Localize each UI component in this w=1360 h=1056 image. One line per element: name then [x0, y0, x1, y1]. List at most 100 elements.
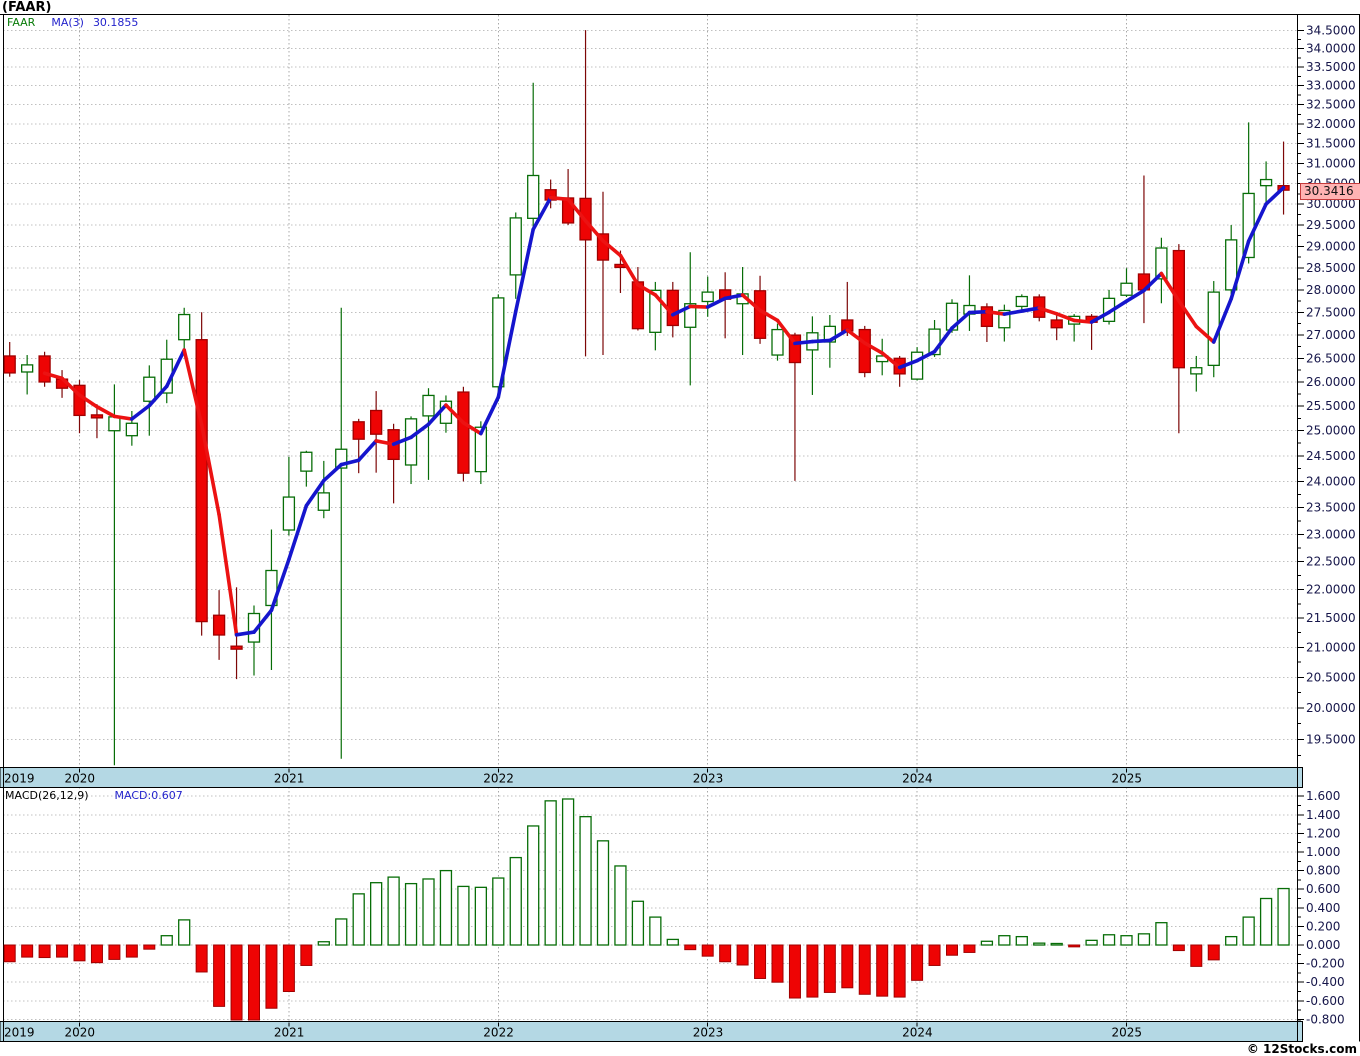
macd-bar-positive: [1137, 933, 1151, 946]
year-label: 2025: [1112, 772, 1143, 786]
year-band-top: [0, 767, 1303, 788]
candle-body: [527, 174, 540, 219]
candle-body: [108, 416, 121, 432]
candle-body: [352, 421, 365, 440]
candle-body: [317, 492, 330, 511]
macd-bar-positive: [544, 800, 557, 946]
macd-bar-positive: [439, 869, 453, 946]
year-label: 2019: [4, 772, 35, 786]
macd-bar-negative: [248, 944, 260, 1021]
macd-bar-positive: [579, 816, 592, 946]
macd-tick-label: 0.600: [1306, 882, 1340, 896]
macd-tick-label: 1.200: [1306, 826, 1340, 840]
year-label: 2022: [483, 1026, 514, 1040]
ma-line-segment: [810, 338, 832, 344]
chart-page: { "title": "(FAAR)", "main_chart": { "le…: [0, 0, 1360, 1056]
symbol-label: FAAR: [7, 16, 36, 29]
macd-bar-positive: [457, 885, 470, 946]
macd-bar-negative: [946, 944, 958, 956]
macd-bar-negative: [719, 944, 732, 963]
price-tick-label: 25.0000: [1306, 424, 1356, 438]
ma-line-segment: [356, 439, 378, 463]
macd-bar-negative: [265, 944, 278, 1009]
macd-bar-positive: [369, 882, 383, 946]
price-tick-label: 31.0000: [1306, 156, 1356, 170]
price-tick-label: 27.5000: [1306, 305, 1356, 319]
macd-bar-positive: [631, 900, 645, 946]
macd-tick-label: -0.200: [1306, 957, 1345, 971]
macd-bar-positive: [596, 840, 610, 946]
ma-line-segment: [1072, 318, 1094, 324]
macd-bar-negative: [736, 944, 749, 966]
candle-body: [282, 496, 296, 531]
macd-tick-label: -0.600: [1306, 994, 1345, 1008]
candle-body: [3, 355, 16, 374]
macd-bar-negative: [195, 944, 208, 973]
macd-bar-positive: [352, 893, 365, 946]
year-label: 2024: [902, 1026, 933, 1040]
price-tick-label: 32.5000: [1306, 98, 1356, 112]
candle-body: [143, 376, 156, 402]
macd-bar-negative: [893, 944, 906, 998]
candle-body: [212, 614, 226, 636]
macd-bar-positive: [474, 886, 488, 946]
macd-bar-positive: [160, 935, 173, 946]
macd-bar-negative: [213, 944, 226, 1007]
macd-value-label: MACD:0.607: [114, 789, 183, 802]
candle-body: [178, 313, 191, 341]
macd-tick-label: 0.000: [1306, 938, 1340, 952]
macd-bar-negative: [108, 944, 121, 960]
macd-params-label: MACD(26,12,9): [5, 789, 89, 802]
candle-body: [910, 351, 924, 380]
price-tick-label: 24.0000: [1306, 474, 1356, 488]
ma-value: 30.1855: [92, 16, 139, 29]
ma-line-segment: [130, 403, 152, 421]
macd-bar-negative: [928, 944, 941, 966]
ma-line-segment: [479, 395, 501, 436]
macd-bar-positive: [666, 938, 679, 946]
ma-label: MA(3): [51, 16, 84, 29]
price-tick-label: 23.0000: [1306, 527, 1356, 541]
macd-bar-negative: [963, 944, 976, 953]
price-tick-label: 26.5000: [1306, 351, 1356, 365]
year-label: 2021: [274, 1026, 305, 1040]
year-label: 2022: [483, 772, 514, 786]
macd-bar-negative: [754, 944, 767, 979]
price-tick-label: 21.0000: [1306, 640, 1356, 654]
candle-body: [1015, 295, 1028, 308]
macd-tick-label: -0.400: [1306, 975, 1345, 989]
macd-bar-negative: [73, 944, 86, 962]
macd-bar-negative: [1207, 944, 1220, 961]
macd-bar-negative: [701, 944, 714, 957]
macd-bar-negative: [3, 944, 16, 963]
macd-tick-label: 1.000: [1306, 845, 1340, 859]
macd-bar-negative: [771, 944, 784, 983]
macd-bar-positive: [509, 856, 522, 946]
macd-bar-negative: [230, 944, 243, 1021]
ma-line-segment: [967, 309, 989, 315]
candle-body: [858, 328, 871, 374]
page-title: (FAAR): [2, 0, 52, 15]
year-label: 2019: [4, 1026, 35, 1040]
macd-tick-label: 0.800: [1306, 864, 1340, 878]
macd-bar-negative: [21, 944, 34, 958]
macd-bar-positive: [1277, 887, 1290, 946]
ma-line-segment: [793, 339, 815, 346]
candle-body: [422, 394, 435, 417]
price-tick-label: 34.0000: [1306, 42, 1356, 56]
price-tick-label: 23.5000: [1306, 501, 1356, 515]
macd-bar-positive: [980, 940, 994, 946]
price-tick-label: 33.0000: [1306, 79, 1356, 93]
macd-bar-positive: [1242, 916, 1255, 946]
ma-line-segment: [618, 253, 640, 287]
macd-bar-negative: [282, 944, 295, 992]
macd-bar-negative: [876, 944, 889, 997]
macd-bar-positive: [1102, 934, 1116, 946]
macd-bar-positive: [998, 935, 1011, 946]
candle-body: [509, 217, 522, 276]
macd-bar-positive: [1050, 942, 1063, 946]
macd-bar-negative: [841, 944, 854, 989]
candle-body: [369, 409, 383, 435]
candle-body: [90, 414, 104, 419]
year-band-bottom: [0, 1021, 1303, 1042]
